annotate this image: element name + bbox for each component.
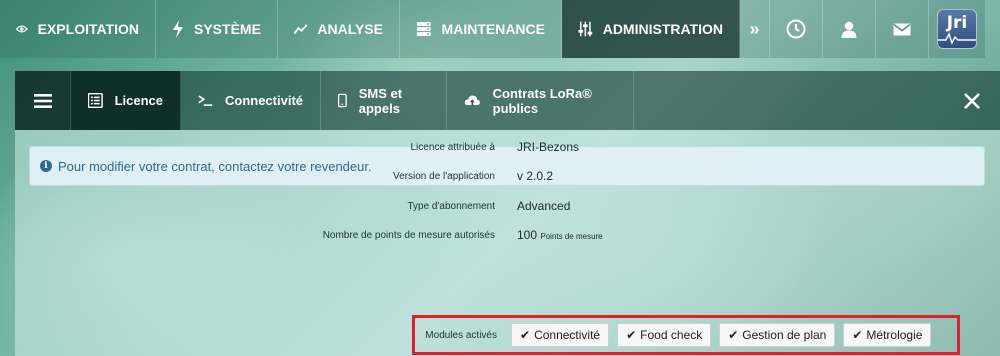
module-metrologie[interactable]: ✔ Métrologie (843, 323, 932, 347)
logo-text: Jri (946, 13, 968, 33)
clock-icon (786, 19, 806, 39)
close-icon (964, 92, 980, 109)
jri-logo: Jri (937, 9, 977, 49)
panel-tabbar: Licence Connectivité SMS et appels Contr… (15, 71, 1000, 130)
bolt-icon (173, 20, 183, 38)
hamburger-icon (33, 93, 52, 108)
detail-row-version: Version de l'application v 2.0.2 (0, 166, 1000, 186)
tabbar-spacer (634, 71, 944, 130)
module-connectivite-label: Connectivité (534, 328, 601, 342)
module-food-check[interactable]: ✔ Food check (617, 323, 712, 347)
nav-administration-label: ADMINISTRATION (602, 21, 723, 37)
detail-row-abonnement: Type d'abonnement Advanced (0, 196, 1000, 216)
module-gestion-de-plan[interactable]: ✔ Gestion de plan (719, 323, 836, 347)
nav-maintenance-label: MAINTENANCE (441, 21, 545, 37)
abonnement-label: Type d'abonnement (407, 200, 495, 212)
nav-exploitation-label: EXPLOITATION (37, 21, 139, 37)
module-food-check-label: Food check (640, 328, 703, 342)
list-alt-icon (88, 93, 103, 108)
brand-logo: Jri (929, 0, 985, 58)
messages-button[interactable] (876, 0, 929, 58)
nav-maintenance[interactable]: MAINTENANCE (400, 0, 562, 58)
licence-value: JRI-Bezons (517, 140, 580, 154)
check-icon: ✔ (728, 328, 739, 342)
tab-sms-label: SMS et appels (358, 85, 403, 116)
sliders-icon (578, 21, 593, 37)
wave-icon (938, 32, 976, 45)
history-button[interactable] (770, 0, 823, 58)
version-value: v 2.0.2 (517, 169, 554, 183)
cloud-upload-icon (464, 95, 480, 106)
check-icon: ✔ (852, 328, 863, 342)
points-label: Nombre de points de mesure autorisés (322, 229, 495, 241)
tab-contrats-lora[interactable]: Contrats LoRa® publics (447, 71, 634, 130)
nav-exploitation[interactable]: EXPLOITATION (0, 0, 156, 58)
mobile-icon (338, 93, 347, 108)
double-chevron-right-icon: » (749, 18, 760, 39)
module-connectivite[interactable]: ✔ Connectivité (511, 323, 610, 347)
envelope-icon (893, 23, 911, 35)
modules-row: Modules activés ✔ Connectivité ✔ Food ch… (412, 315, 960, 355)
nav-analyse[interactable]: ANALYSE (278, 0, 400, 58)
tab-licence[interactable]: Licence (71, 71, 181, 130)
module-metrologie-label: Métrologie (866, 328, 923, 342)
licence-label: Licence attribuée à (410, 141, 495, 153)
tab-connectivite-label: Connectivité (224, 93, 303, 108)
user-icon (841, 21, 857, 38)
nav-administration[interactable]: ADMINISTRATION (562, 0, 740, 58)
eye-icon (16, 25, 28, 33)
check-icon: ✔ (626, 328, 637, 342)
detail-row-points: Nombre de points de mesure autorisés 100… (0, 225, 1000, 245)
tab-licence-label: Licence (114, 93, 163, 108)
modules-label: Modules activés (425, 329, 497, 341)
detail-row-licence: Licence attribuée à JRI-Bezons (0, 137, 1000, 157)
server-icon (416, 22, 431, 36)
nav-systeme-label: SYSTÈME (194, 21, 261, 37)
tab-connectivite[interactable]: Connectivité (181, 71, 321, 130)
module-gestion-de-plan-label: Gestion de plan (742, 328, 827, 342)
check-icon: ✔ (520, 328, 531, 342)
close-panel-button[interactable] (944, 71, 1000, 130)
more-nav-button[interactable]: » (740, 0, 770, 58)
points-value: 100 (517, 228, 538, 242)
points-value-wrap: 100 Points de mesure (517, 228, 603, 242)
panel-menu-button[interactable] (15, 71, 71, 130)
tab-sms-appels[interactable]: SMS et appels (321, 71, 447, 130)
tab-lora-label: Contrats LoRa® publics (492, 85, 592, 116)
user-button[interactable] (823, 0, 876, 58)
abonnement-value: Advanced (517, 199, 571, 213)
terminal-icon (198, 94, 213, 106)
version-label: Version de l'application (393, 170, 495, 182)
line-chart-icon (294, 24, 308, 34)
points-unit: Points de mesure (540, 232, 603, 241)
nav-analyse-label: ANALYSE (317, 21, 383, 37)
top-navigation: EXPLOITATION SYSTÈME ANALYSE MAINTENANCE… (0, 0, 1000, 58)
nav-systeme[interactable]: SYSTÈME (156, 0, 278, 58)
